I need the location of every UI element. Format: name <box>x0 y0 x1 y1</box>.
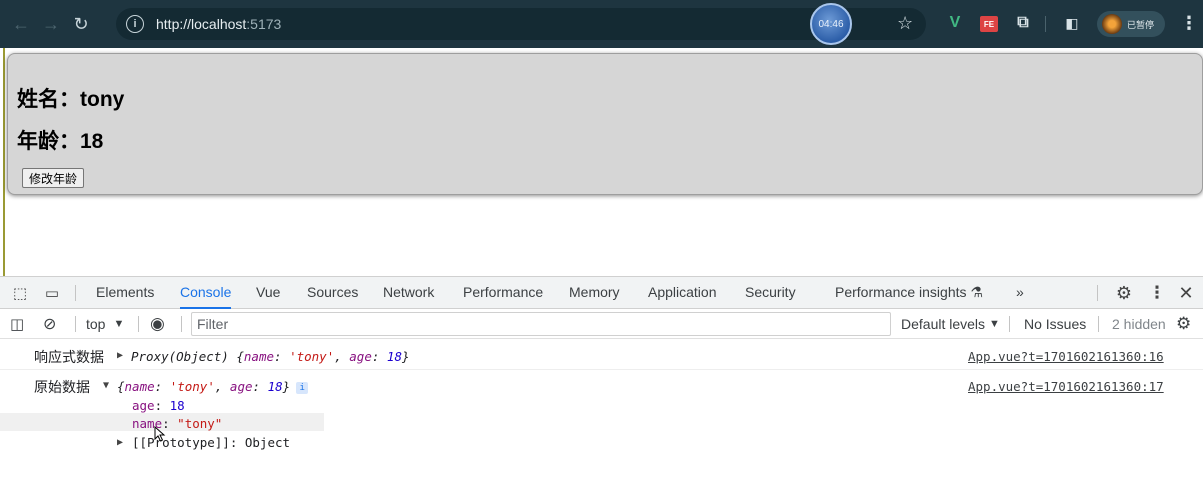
log-label: 原始数据 <box>34 380 90 396</box>
device-toolbar-icon[interactable]: ▭ <box>42 283 62 303</box>
mouse-cursor-icon <box>154 426 166 442</box>
raw-object-preview[interactable]: {name: 'tony', age: 18} i <box>117 379 309 394</box>
property-key: age <box>132 398 155 413</box>
toolbar-divider <box>1098 316 1099 332</box>
recording-timer[interactable]: 04:46 <box>810 3 852 45</box>
preview-key: age <box>229 379 253 394</box>
side-panel-icon[interactable]: ◧ <box>1063 12 1081 34</box>
toolbar-divider <box>1045 16 1046 32</box>
preview-prefix: { <box>117 379 125 394</box>
default-levels-dropdown[interactable]: Default levels ▼ <box>901 309 1000 339</box>
source-link[interactable]: App.vue?t=1701602161360:16 <box>968 349 1164 364</box>
console-message: 响应式数据 ▶ Proxy(Object) {name: 'tony', age… <box>0 339 1203 370</box>
object-property: name: "tony" <box>132 416 223 431</box>
toolbar-divider <box>75 316 76 332</box>
object-property: ▶ [[Prototype]]: Object <box>0 432 1203 452</box>
log-label: 响应式数据 <box>34 350 104 366</box>
tab-sources[interactable]: Sources <box>307 277 358 309</box>
info-icon[interactable]: i <box>296 382 309 394</box>
property-string-value: "tony" <box>177 416 223 431</box>
tab-application[interactable]: Application <box>648 277 717 309</box>
tab-performance-insights[interactable]: Performance insights ⚗ <box>835 277 983 309</box>
url-text: http://localhost:5173 <box>156 16 281 32</box>
more-tabs-button[interactable]: » <box>1016 277 1024 309</box>
toolbar-divider <box>181 316 182 332</box>
context-label: top <box>86 316 106 332</box>
flask-icon: ⚗ <box>970 284 983 300</box>
close-devtools-icon[interactable]: ✕ <box>1176 283 1196 303</box>
object-property: age: 18 <box>132 398 185 413</box>
preview-number-value: 18 <box>386 349 402 364</box>
dropdown-arrow-icon: ▼ <box>989 318 1000 330</box>
issues-button[interactable]: No Issues <box>1024 309 1086 339</box>
tab-divider <box>1097 285 1098 301</box>
collapse-triangle-icon[interactable]: ▼ <box>103 380 109 391</box>
toolbar-divider <box>1009 316 1010 332</box>
forward-arrow-icon[interactable]: → <box>36 9 66 39</box>
tab-console[interactable]: Console <box>180 277 232 309</box>
name-heading: 姓名：tony <box>17 88 125 111</box>
hidden-count: 2 hidden <box>1112 316 1166 332</box>
console-toolbar: ◫ ⊘ top ▼ ◉ Filter Default levels ▼ No Iss… <box>0 309 1203 339</box>
bookmark-star-icon[interactable]: ☆ <box>897 13 913 34</box>
context-selector[interactable]: top ▼ <box>86 309 124 339</box>
change-age-button[interactable]: 修改年龄 <box>22 168 85 188</box>
tab-vue[interactable]: Vue <box>256 277 280 309</box>
default-levels-label: Default levels <box>901 316 986 332</box>
preview-key: name <box>124 379 155 394</box>
devtools-tab-bar: ⬚ ▭ Elements Console Vue Sources Network… <box>0 277 1203 309</box>
age-heading: 年龄：18 <box>17 130 104 153</box>
source-link[interactable]: App.vue?t=1701602161360:17 <box>968 379 1164 394</box>
site-info-icon[interactable]: i <box>126 15 144 33</box>
reload-icon[interactable]: ↻ <box>66 9 96 39</box>
toolbar-divider <box>138 316 139 332</box>
inspect-element-icon[interactable]: ⬚ <box>10 283 30 303</box>
tab-divider <box>75 285 76 301</box>
preview-key: age <box>349 349 372 364</box>
property-number-value: 18 <box>169 398 185 413</box>
browser-toolbar: ← → ↻ i http://localhost:5173 04:46 ☆ V … <box>0 0 1203 48</box>
browser-menu-icon[interactable]: ⋮ <box>1180 13 1198 34</box>
tab-security[interactable]: Security <box>745 277 796 309</box>
preview-suffix: } <box>401 349 410 364</box>
url-port: :5173 <box>246 16 282 32</box>
profile-status: 已暂停 <box>1127 19 1155 30</box>
console-filter-input[interactable]: Filter <box>191 312 891 336</box>
expand-triangle-icon[interactable]: ▶ <box>117 437 123 448</box>
tab-memory[interactable]: Memory <box>569 277 620 309</box>
console-settings-gear-icon[interactable]: ⚙ <box>1176 309 1191 339</box>
clear-console-icon[interactable]: ⊘ <box>43 309 56 339</box>
tab-network[interactable]: Network <box>383 277 434 309</box>
preview-key: name <box>243 349 274 364</box>
fe-extension-icon[interactable]: FE <box>980 16 998 32</box>
tab-performance[interactable]: Performance <box>463 277 543 309</box>
preview-suffix: } <box>282 379 291 394</box>
dropdown-arrow-icon: ▼ <box>113 318 125 330</box>
vue-devtools-extension-icon[interactable]: V <box>945 12 965 34</box>
tab-elements[interactable]: Elements <box>96 277 154 309</box>
expand-triangle-icon[interactable]: ▶ <box>117 350 123 361</box>
settings-gear-icon[interactable]: ⚙ <box>1114 283 1134 303</box>
url-host: http://localhost <box>156 16 247 32</box>
back-arrow-icon[interactable]: ← <box>6 9 36 39</box>
sidebar-toggle-icon[interactable]: ◫ <box>10 309 24 339</box>
avatar <box>1102 14 1122 34</box>
profile-button[interactable]: 已暂停 <box>1097 11 1165 37</box>
preview-string-value: 'tony' <box>169 379 215 394</box>
live-expression-eye-icon[interactable]: ◉ <box>150 309 165 339</box>
app-container: 姓名：tony 年龄：18 修改年龄 <box>7 53 1203 195</box>
preview-string-value: 'tony' <box>289 349 335 364</box>
preview-prefix: Proxy(Object) { <box>131 349 244 364</box>
extensions-puzzle-icon[interactable]: ⧉ <box>1013 12 1033 34</box>
devtools-menu-icon[interactable]: ⋮ <box>1147 283 1167 303</box>
devtools-panel: ⬚ ▭ Elements Console Vue Sources Network… <box>0 276 1203 491</box>
proxy-object-preview[interactable]: Proxy(Object) {name: 'tony', age: 18} <box>131 349 410 364</box>
preview-number-value: 18 <box>267 379 283 394</box>
tab-performance-insights-label: Performance insights <box>835 284 967 300</box>
address-bar[interactable]: i http://localhost:5173 <box>116 8 926 40</box>
